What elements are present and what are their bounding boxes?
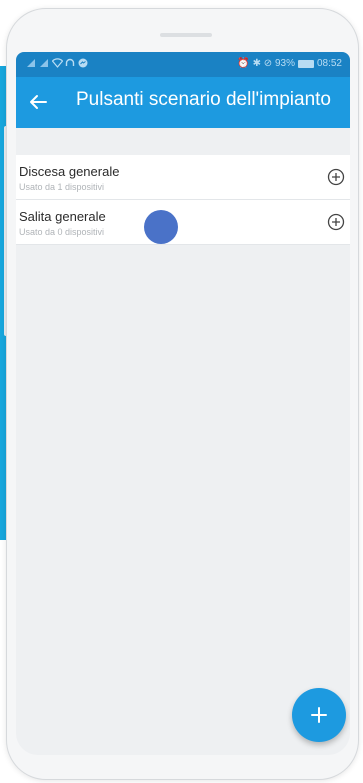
add-scenario-button[interactable] (292, 688, 346, 742)
messenger-icon (78, 58, 88, 68)
circle-plus-icon[interactable] (327, 168, 345, 186)
battery-icon (297, 59, 314, 68)
app-bar: Pulsanti scenario dell'impianto (16, 77, 350, 128)
signal-icon (26, 58, 36, 68)
screenshot-canvas: ⏰ ✱ ⊘ 93% 08:52 Pulsanti scenario dell'i… (0, 0, 363, 783)
wifi-icon (52, 58, 63, 68)
phone-speaker (160, 33, 212, 37)
circle-plus-icon[interactable] (327, 213, 345, 231)
status-bar: ⏰ ✱ ⊘ 93% 08:52 (16, 52, 350, 77)
list-item-title: Salita generale (19, 209, 106, 224)
list-item[interactable]: Discesa generale Usato da 1 dispositivi (16, 155, 350, 200)
headset-icon (65, 58, 75, 68)
list-item-subtitle: Usato da 0 dispositivi (19, 227, 105, 237)
list-item-subtitle: Usato da 1 dispositivi (19, 182, 105, 192)
status-indicators: ⏰ ✱ ⊘ 93% (237, 58, 295, 69)
arrow-left-icon[interactable] (26, 90, 50, 114)
page-title: Pulsanti scenario dell'impianto (76, 89, 331, 110)
status-icons-left (26, 58, 88, 68)
scenario-button-list: Discesa generale Usato da 1 dispositivi … (16, 155, 350, 245)
status-time: 08:52 (316, 58, 342, 69)
touch-indicator (144, 210, 178, 244)
status-icons-right: ⏰ ✱ ⊘ 93% 08:52 (237, 58, 342, 69)
phone-frame: ⏰ ✱ ⊘ 93% 08:52 Pulsanti scenario dell'i… (6, 8, 359, 780)
signal-icon (39, 58, 49, 68)
plus-icon (311, 707, 327, 723)
list-item-title: Discesa generale (19, 164, 120, 179)
phone-screen: ⏰ ✱ ⊘ 93% 08:52 Pulsanti scenario dell'i… (16, 52, 350, 755)
list-item[interactable]: Salita generale Usato da 0 dispositivi (16, 200, 350, 245)
